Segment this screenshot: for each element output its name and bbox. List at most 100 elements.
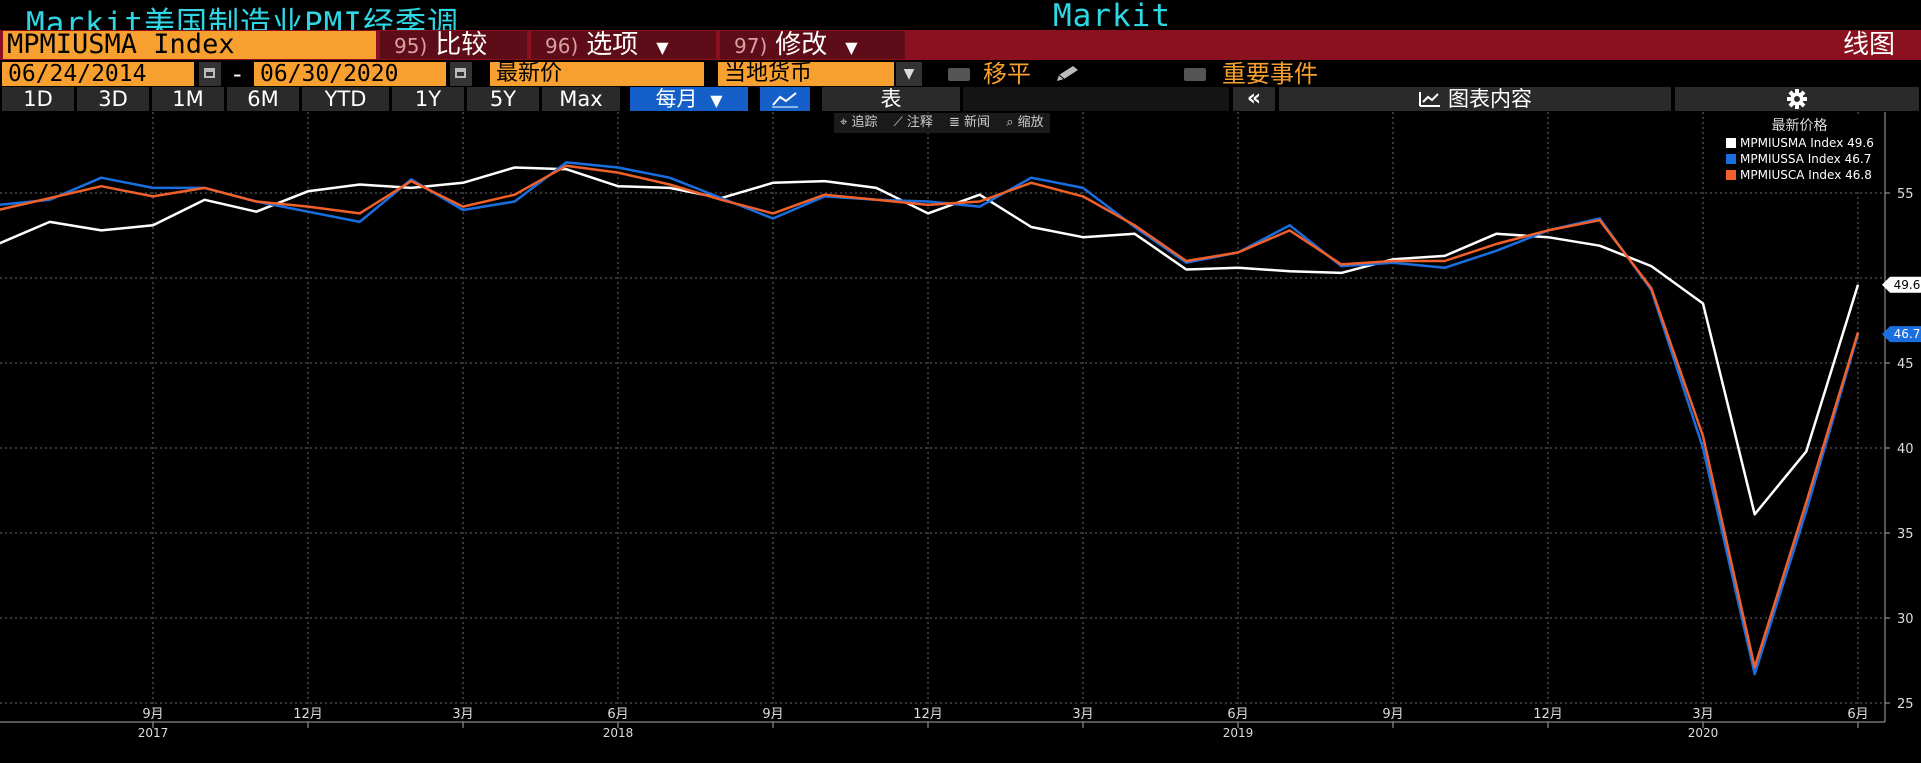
range-1d-button[interactable]: 1D <box>2 87 74 111</box>
edit-number: 97) <box>734 34 768 58</box>
line-chart-icon[interactable] <box>760 87 810 111</box>
events-label: 重要事件 <box>1222 60 1318 88</box>
smooth-label: 移平 <box>983 60 1031 88</box>
chevron-down-icon: ▼ <box>845 38 858 57</box>
series-line <box>0 161 1860 676</box>
x-tick-label: 12月 <box>293 707 323 722</box>
options-button[interactable]: 96) 选项 ▼ <box>531 31 716 59</box>
chart-content-button[interactable]: 图表内容 <box>1279 87 1671 111</box>
chart-area[interactable]: 25 30 35 40 45 55 9月 12月 3月 6月 9月 12月 3月 6月 9月 12月 3月 6月 2… <box>0 112 1921 759</box>
range-6m-button[interactable]: 6M <box>227 87 299 111</box>
calendar-icon[interactable] <box>199 62 221 86</box>
frequency-label: 每月 <box>655 87 698 111</box>
toolbar-spacer <box>963 87 1229 111</box>
news-tool[interactable]: ≣ 新闻 <box>943 113 996 133</box>
price-field-select[interactable]: 最新价 <box>490 62 704 86</box>
legend-item-value: 49.6 <box>1847 136 1874 150</box>
options-label: 选项 <box>586 30 639 60</box>
legend-swatch <box>1726 138 1736 148</box>
x-tick-label: 6月 <box>607 707 628 722</box>
news-label: 新闻 <box>964 115 991 130</box>
frequency-select[interactable]: 每月 ▼ <box>630 87 748 111</box>
legend-swatch <box>1726 154 1736 164</box>
x-year-label: 2020 <box>1688 726 1719 740</box>
x-tick-label: 3月 <box>1072 707 1093 722</box>
x-year-label: 2019 <box>1223 726 1254 740</box>
zoom-label: 缩放 <box>1017 115 1044 130</box>
x-year-label: 2018 <box>603 726 634 740</box>
legend-item[interactable]: MPMIUSMA Index 49.6 <box>1718 135 1881 151</box>
y-tick-label: 55 <box>1897 187 1914 202</box>
collapse-icon[interactable]: « <box>1233 87 1275 111</box>
crosshair-label: 追踪 <box>851 115 878 130</box>
legend-swatch <box>1726 170 1736 180</box>
legend[interactable]: 最新价格 MPMIUSMA Index 49.6 MPMIUSSA Index … <box>1718 117 1881 192</box>
legend-title: 最新价格 <box>1771 118 1828 134</box>
legend-item-name: MPMIUSMA Index <box>1740 136 1844 150</box>
x-year-label: 2017 <box>138 726 169 740</box>
events-checkbox[interactable] <box>1184 68 1206 81</box>
y-tick-label: 30 <box>1897 612 1914 627</box>
line-chart: 25 30 35 40 45 55 9月 12月 3月 6月 9月 12月 3月 6月 9月 12月 3月 6月 2… <box>0 112 1921 740</box>
date-bar: 06/24/2014 - 06/30/2020 最新价 当地货币 ▼ 移平 重要… <box>0 60 1921 88</box>
last-value-label: 46.7 <box>1894 327 1921 341</box>
x-tick-label: 12月 <box>1533 707 1563 722</box>
crosshair-tool[interactable]: ⌖ 追踪 <box>834 113 883 133</box>
x-tick-label: 12月 <box>913 707 943 722</box>
x-tick-label: 3月 <box>1692 707 1713 722</box>
ticker-input[interactable]: MPMIUSMA Index <box>3 31 376 59</box>
legend-item-value: 46.8 <box>1845 168 1872 182</box>
annotate-label: 注释 <box>906 115 933 130</box>
legend-item-name: MPMIUSCA Index <box>1740 168 1842 182</box>
legend-item-name: MPMIUSSA Index <box>1740 152 1841 166</box>
last-value-label: 49.6 <box>1894 278 1921 292</box>
chart-type-label[interactable]: 线图 <box>1843 30 1895 60</box>
range-5y-button[interactable]: 5Y <box>467 87 539 111</box>
legend-item-value: 46.7 <box>1844 152 1872 166</box>
y-tick-label: 45 <box>1897 357 1914 372</box>
calendar-icon[interactable] <box>450 62 472 86</box>
legend-item[interactable]: MPMIUSCA Index 46.8 <box>1718 167 1881 183</box>
edit-button[interactable]: 97) 修改 ▼ <box>720 31 905 59</box>
start-date-field[interactable]: 06/24/2014 <box>2 62 194 86</box>
range-1m-button[interactable]: 1M <box>152 87 224 111</box>
y-tick-label: 25 <box>1897 697 1914 712</box>
options-number: 96) <box>545 34 579 58</box>
compare-button[interactable]: 95) 比较 <box>380 31 527 59</box>
currency-select[interactable]: 当地货币 <box>718 62 894 86</box>
pencil-icon[interactable] <box>1053 64 1085 84</box>
x-tick-label: 3月 <box>452 707 473 722</box>
x-tick-label: 9月 <box>762 707 783 722</box>
chart-content-label: 图表内容 <box>1448 87 1532 111</box>
x-tick-label: 9月 <box>142 707 163 722</box>
date-separator: - <box>233 60 242 88</box>
range-3d-button[interactable]: 3D <box>77 87 149 111</box>
x-tick-label: 6月 <box>1227 707 1248 722</box>
chart-icon <box>1419 92 1440 107</box>
chevron-down-icon[interactable]: ▼ <box>896 62 922 86</box>
annotate-tool[interactable]: ⟋ 注释 <box>888 113 939 133</box>
y-tick-label: 40 <box>1897 442 1914 457</box>
table-view-button[interactable]: 表 <box>822 87 960 111</box>
gear-icon <box>1787 89 1807 109</box>
source-title: Markit <box>1053 0 1171 34</box>
command-bar: MPMIUSMA Index 95) 比较 96) 选项 ▼ 97) 修改 ▼ 线图 <box>0 30 1921 60</box>
range-bar: 1D 3D 1M 6M YTD 1Y 5Y Max 每月 ▼ 表 « 图表内容 <box>0 87 1921 112</box>
range-max-button[interactable]: Max <box>542 87 620 111</box>
chevron-down-icon: ▼ <box>710 91 723 110</box>
series-line <box>0 166 1860 516</box>
edit-label: 修改 <box>775 30 828 60</box>
title-bar: Markit美国制造业PMI经季调 Markit <box>0 0 1921 42</box>
x-tick-label: 6月 <box>1847 707 1868 722</box>
range-1y-button[interactable]: 1Y <box>392 87 464 111</box>
settings-button[interactable] <box>1675 87 1919 111</box>
zoom-tool[interactable]: ⌕ 缩放 <box>1000 113 1049 133</box>
smooth-checkbox[interactable] <box>948 68 970 81</box>
compare-number: 95) <box>394 34 428 58</box>
range-ytd-button[interactable]: YTD <box>302 87 389 111</box>
x-tick-label: 9月 <box>1382 707 1403 722</box>
end-date-field[interactable]: 06/30/2020 <box>254 62 446 86</box>
legend-item[interactable]: MPMIUSSA Index 46.7 <box>1718 151 1881 167</box>
compare-label: 比较 <box>435 30 488 60</box>
chevron-down-icon: ▼ <box>656 38 669 57</box>
